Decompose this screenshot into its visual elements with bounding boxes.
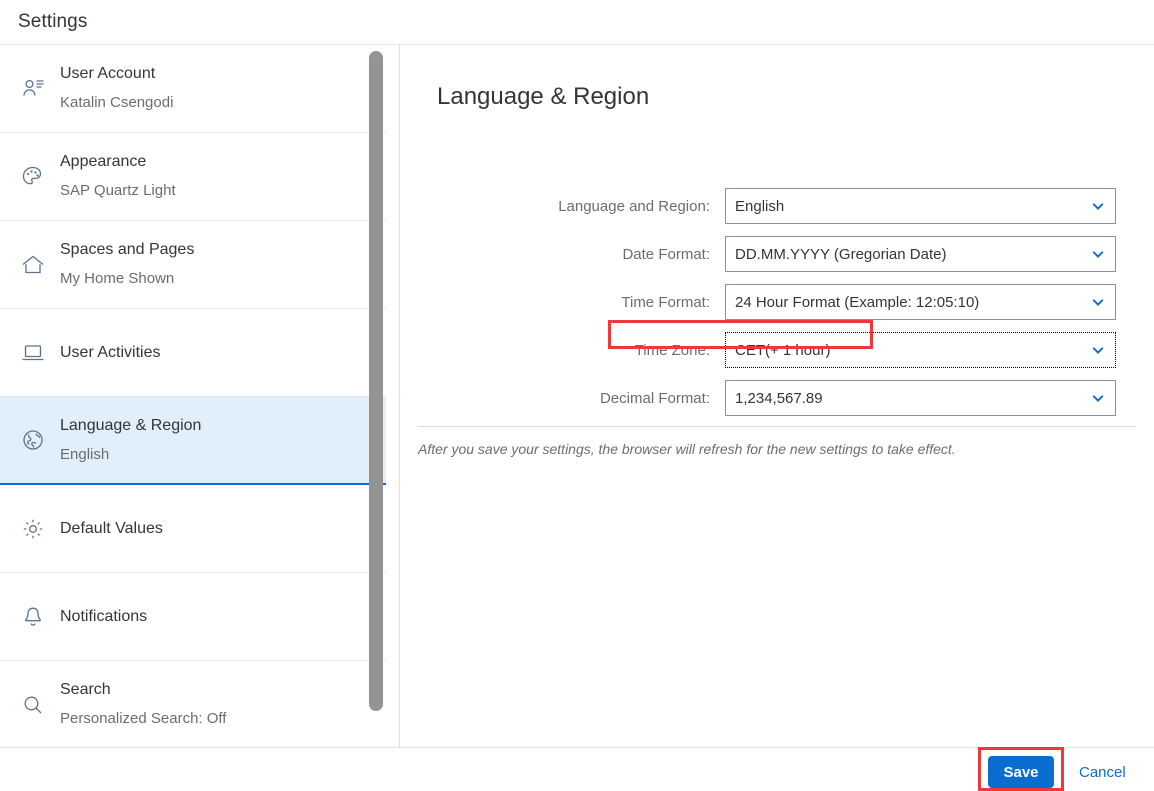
label-language-and-region: Language and Region: [558,198,710,215]
chevron-down-icon[interactable] [1081,237,1115,271]
user-icon [12,68,54,110]
sidebar-item-label: User Account [60,65,156,82]
form-divider [418,426,1136,427]
sidebar-item-text: Default Values [60,518,163,540]
sidebar-item-label: User Activities [60,343,161,361]
sidebar-item-sublabel: SAP Quartz Light [60,182,176,199]
sidebar-item-search[interactable]: Search Personalized Search: Off [0,661,386,747]
globe-icon [12,419,54,461]
sidebar-item-user-activities[interactable]: User Activities [0,309,386,397]
select-language-and-region[interactable]: English [725,188,1116,224]
home-icon [12,244,54,286]
sidebar-item-text: Search Personalized Search: Off [60,679,226,730]
gear-icon [12,508,54,550]
settings-sidebar: User Account Katalin Csengodi Appearance SA… [0,45,400,747]
chevron-down-icon[interactable] [1081,381,1115,415]
sidebar-item-spaces-and-pages[interactable]: Spaces and Pages My Home Shown [0,221,386,309]
sidebar-item-text: Appearance SAP Quartz Light [60,151,176,202]
language-region-form: Language and Region: English Date Format: D… [400,188,1154,428]
dialog-body: User Account Katalin Csengodi Appearance SA… [0,45,1154,747]
sidebar-item-sublabel: Personalized Search: Off [60,710,227,727]
dialog-header: Settings [0,0,1154,45]
sidebar-item-label: Search [60,681,111,698]
sidebar-item-sublabel: Katalin Csengodi [60,94,174,111]
sidebar-item-label: Appearance [60,153,147,170]
bell-icon [12,596,54,638]
sidebar-item-text: Spaces and Pages My Home Shown [60,239,194,290]
label-time-zone: Time Zone: [634,342,710,359]
chevron-down-icon[interactable] [1081,333,1115,367]
sidebar-item-label: Spaces and Pages [60,241,195,258]
sidebar-item-text: Notifications [60,606,147,628]
laptop-icon [12,332,54,374]
form-row-time-format: Time Format: 24 Hour Format (Example: 12:… [400,284,1154,324]
sidebar-item-text: User Activities [60,342,160,364]
dialog-title: Settings [18,11,88,32]
palette-icon [12,156,54,198]
select-value-time-format: 24 Hour Format (Example: 12:05:10) [735,293,980,311]
sidebar-item-text: User Account Katalin Csengodi [60,63,173,114]
form-row-language-and-region: Language and Region: English [400,188,1154,228]
sidebar-item-default-values[interactable]: Default Values [0,485,386,573]
save-refresh-note: After you save your settings, the browse… [418,441,956,457]
select-time-zone[interactable]: CET(+ 1 hour) [725,332,1116,368]
sidebar-item-sublabel: My Home Shown [60,270,175,287]
sidebar-scrollbar-thumb[interactable] [369,51,383,711]
sidebar-item-label: Default Values [60,519,163,537]
sidebar-item-user-account[interactable]: User Account Katalin Csengodi [0,45,386,133]
sidebar-nav-list: User Account Katalin Csengodi Appearance SA… [0,45,386,747]
select-value-time-zone: CET(+ 1 hour) [735,341,831,359]
sidebar-item-text: Language & Region English [60,415,201,466]
select-value-decimal-format: 1,234,567.89 [735,389,823,407]
sidebar-item-appearance[interactable]: Appearance SAP Quartz Light [0,133,386,221]
select-value-date-format: DD.MM.YYYY (Gregorian Date) [735,245,947,263]
sidebar-item-sublabel: English [60,445,110,463]
sidebar-item-label: Language & Region [60,416,202,434]
form-row-time-zone: Time Zone: CET(+ 1 hour) [400,332,1154,372]
select-date-format[interactable]: DD.MM.YYYY (Gregorian Date) [725,236,1116,272]
sidebar-item-notifications[interactable]: Notifications [0,573,386,661]
label-date-format: Date Format: [622,246,710,263]
form-row-decimal-format: Decimal Format: 1,234,567.89 [400,380,1154,420]
save-button[interactable]: Save [988,756,1054,788]
cancel-button[interactable]: Cancel [1071,756,1134,788]
chevron-down-icon[interactable] [1081,189,1115,223]
dialog-footer: Save Cancel [0,747,1154,791]
page-title: Language & Region [437,83,650,110]
select-time-format[interactable]: 24 Hour Format (Example: 12:05:10) [725,284,1116,320]
form-row-date-format: Date Format: DD.MM.YYYY (Gregorian Date) [400,236,1154,276]
settings-main-panel: Language & Region Language and Region: En… [400,45,1154,747]
sidebar-item-label: Notifications [60,607,148,625]
label-decimal-format: Decimal Format: [599,390,710,407]
select-value-language-and-region: English [735,197,785,215]
sidebar-item-language-region[interactable]: Language & Region English [0,397,386,485]
chevron-down-icon[interactable] [1081,285,1115,319]
select-decimal-format[interactable]: 1,234,567.89 [725,380,1116,416]
label-time-format: Time Format: [621,294,710,311]
settings-dialog: Settings User Account Katalin Csengodi App… [0,0,1154,791]
search-icon [12,684,54,726]
